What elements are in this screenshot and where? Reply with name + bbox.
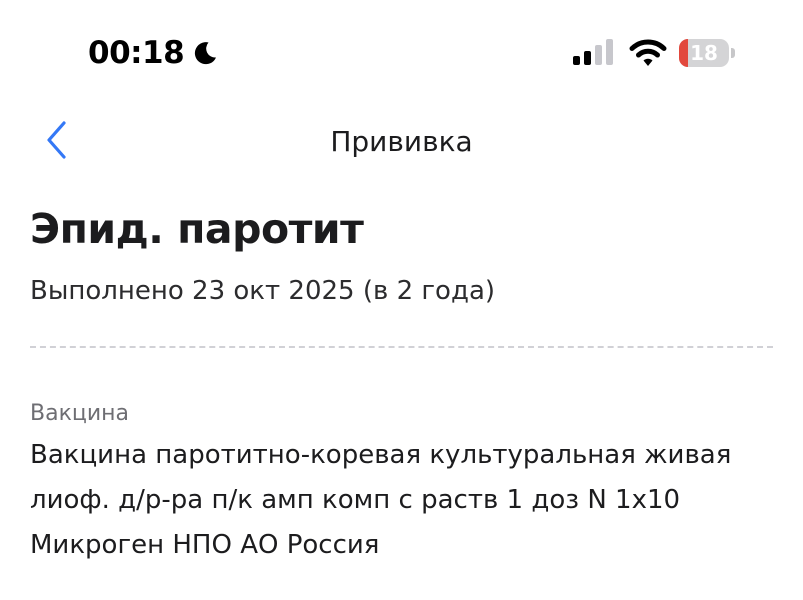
battery-cap bbox=[731, 48, 735, 58]
wifi-icon bbox=[629, 38, 667, 68]
nav-title: Прививка bbox=[330, 125, 473, 158]
dashed-divider bbox=[30, 346, 773, 348]
battery-level: 18 bbox=[690, 41, 718, 65]
battery-icon: 18 bbox=[679, 39, 735, 67]
moon-icon bbox=[191, 39, 219, 67]
vaccine-label: Вакцина bbox=[30, 401, 129, 426]
status-time-group: 00:18 bbox=[88, 33, 219, 73]
battery-body: 18 bbox=[679, 39, 729, 67]
cellular-signal-icon bbox=[573, 39, 615, 67]
status-indicators: 18 bbox=[573, 38, 735, 68]
vaccine-name: Вакцина паротитно-коревая культуральная … bbox=[30, 440, 732, 560]
page-title: Эпид. паротит bbox=[30, 205, 364, 253]
status-time: 00:18 bbox=[88, 35, 185, 71]
completion-date: Выполнено 23 окт 2025 (в 2 года) bbox=[30, 276, 496, 306]
status-bar: 00:18 18 bbox=[0, 0, 803, 100]
navigation-bar: Прививка bbox=[0, 110, 803, 174]
